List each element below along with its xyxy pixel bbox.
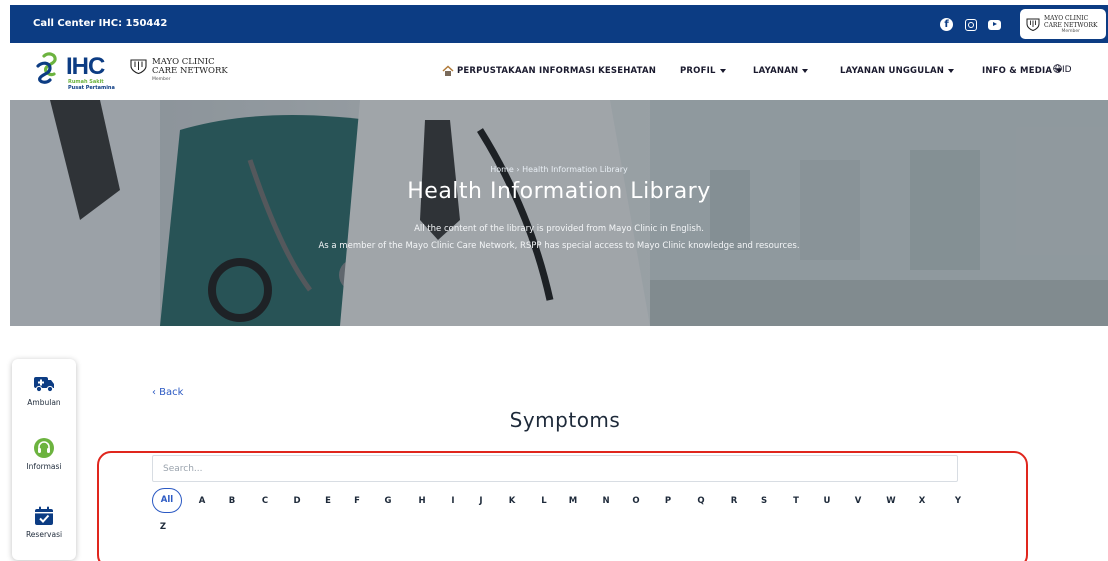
headset-icon: [34, 438, 54, 458]
nav-item-layanan-unggulan[interactable]: LAYANAN UNGGULAN: [840, 66, 955, 76]
letter-filter-x[interactable]: X: [912, 494, 932, 508]
mayo-clinic-logo: MAYO CLINIC CARE NETWORK Member: [130, 58, 228, 82]
mayo-shield-icon: [130, 59, 147, 74]
nav-item-label: LAYANAN UNGGULAN: [840, 66, 945, 76]
letter-filter-u[interactable]: U: [817, 494, 837, 508]
caret-down-icon: [719, 68, 726, 73]
ihc-logo[interactable]: IHC Rumah Sakit Pusat Pertamina: [34, 52, 134, 94]
letter-filter-g[interactable]: G: [378, 494, 398, 508]
back-link[interactable]: ‹ Back: [152, 387, 183, 398]
search-input[interactable]: [152, 455, 958, 482]
quick-access-label: Reservasi: [25, 530, 63, 539]
caret-down-icon: [948, 68, 955, 73]
letter-filter-t[interactable]: T: [786, 494, 806, 508]
hero-overlay: [10, 100, 1108, 326]
language-label: ID: [1062, 65, 1072, 75]
ambulance-icon: [34, 377, 54, 393]
quick-access-reservasi[interactable]: Reservasi: [12, 505, 76, 539]
letter-filter-v[interactable]: V: [848, 494, 868, 508]
quick-access-ambulan[interactable]: Ambulan: [12, 373, 76, 407]
nav-item-label: LAYANAN: [753, 66, 799, 76]
nav-item-label: PROFIL: [680, 66, 716, 76]
badge-member: Member: [1061, 28, 1080, 34]
letter-filter-s[interactable]: S: [754, 494, 774, 508]
letter-filter-e[interactable]: E: [318, 494, 338, 508]
letter-filter-m[interactable]: M: [563, 494, 583, 508]
letter-filter-d[interactable]: D: [287, 494, 307, 508]
letter-filter-l[interactable]: L: [534, 494, 554, 508]
nav-item-perpustakaan[interactable]: PERPUSTAKAAN INFORMASI KESEHATAN: [457, 66, 656, 76]
letter-filter-b[interactable]: B: [222, 494, 242, 508]
letter-filter-y[interactable]: Y: [948, 494, 968, 508]
calendar-check-icon: [35, 506, 53, 525]
letter-filter-i[interactable]: I: [443, 494, 463, 508]
mayo-clinic-badge[interactable]: MAYO CLINIC CARE NETWORK Member: [1020, 9, 1106, 39]
letter-filter-q[interactable]: Q: [691, 494, 711, 508]
nav-item-info-media[interactable]: INFO & MEDIA: [982, 66, 1063, 76]
caret-down-icon: [802, 68, 809, 73]
nav-item-layanan[interactable]: LAYANAN: [753, 66, 809, 76]
facebook-icon[interactable]: f: [938, 16, 955, 33]
mayo-shield-icon: [1026, 18, 1040, 31]
page-title: Symptoms: [509, 408, 621, 432]
mayo-name-line2: CARE NETWORK: [152, 66, 228, 76]
hero-banner: Home › Health Information Library Health…: [10, 100, 1108, 326]
logo-subtitle-pusat-pertamina: Pusat Pertamina: [68, 85, 115, 91]
breadcrumb[interactable]: Home › Health Information Library: [10, 165, 1108, 174]
youtube-icon[interactable]: [986, 16, 1003, 33]
main-navbar: IHC Rumah Sakit Pusat Pertamina MAYO CLI…: [10, 43, 1108, 100]
hero-subtitle-line1: All the content of the library is provid…: [414, 224, 704, 234]
quick-access-label: Ambulan: [27, 398, 61, 407]
home-icon[interactable]: [442, 65, 454, 77]
filter-all-button[interactable]: All: [152, 488, 182, 513]
quick-access-label: Informasi: [26, 462, 62, 471]
badge-name-line1: MAYO CLINIC: [1044, 14, 1089, 22]
hero-subtitle-line2: As a member of the Mayo Clinic Care Netw…: [318, 241, 800, 251]
language-switcher[interactable]: ID: [1053, 64, 1072, 75]
instagram-icon[interactable]: [962, 16, 979, 33]
letter-filter-f[interactable]: F: [347, 494, 367, 508]
quick-access-panel: Ambulan Informasi Reservasi: [12, 359, 76, 560]
letter-filter-c[interactable]: C: [255, 494, 275, 508]
letter-filter-a[interactable]: A: [192, 494, 212, 508]
letter-filter-w[interactable]: W: [881, 494, 901, 508]
ihc-logo-mark-icon: [36, 52, 57, 84]
quick-access-informasi[interactable]: Informasi: [12, 437, 76, 471]
letter-filter-h[interactable]: H: [412, 494, 432, 508]
nav-item-profil[interactable]: PROFIL: [680, 66, 726, 76]
globe-icon: [1053, 64, 1062, 73]
nav-item-label: PERPUSTAKAAN INFORMASI KESEHATAN: [457, 66, 657, 76]
mayo-member: Member: [152, 77, 171, 82]
letter-filter-k[interactable]: K: [502, 494, 522, 508]
badge-name-line2: CARE NETWORK: [1044, 21, 1098, 29]
letter-filter-j[interactable]: J: [471, 494, 491, 508]
letter-filter-p[interactable]: P: [658, 494, 678, 508]
hero-title: Health Information Library: [407, 179, 711, 204]
nav-item-label: INFO & MEDIA: [982, 66, 1053, 76]
letter-filter-z[interactable]: Z: [153, 520, 173, 534]
letter-filter-o[interactable]: O: [626, 494, 646, 508]
letter-filter-r[interactable]: R: [724, 494, 744, 508]
top-bar: Call Center IHC: 150442 f MAYO CLINIC CA…: [10, 5, 1108, 43]
letter-filter-n[interactable]: N: [596, 494, 616, 508]
ihc-logo-text: IHC: [66, 53, 105, 80]
call-center-text: Call Center IHC: 150442: [33, 18, 168, 29]
